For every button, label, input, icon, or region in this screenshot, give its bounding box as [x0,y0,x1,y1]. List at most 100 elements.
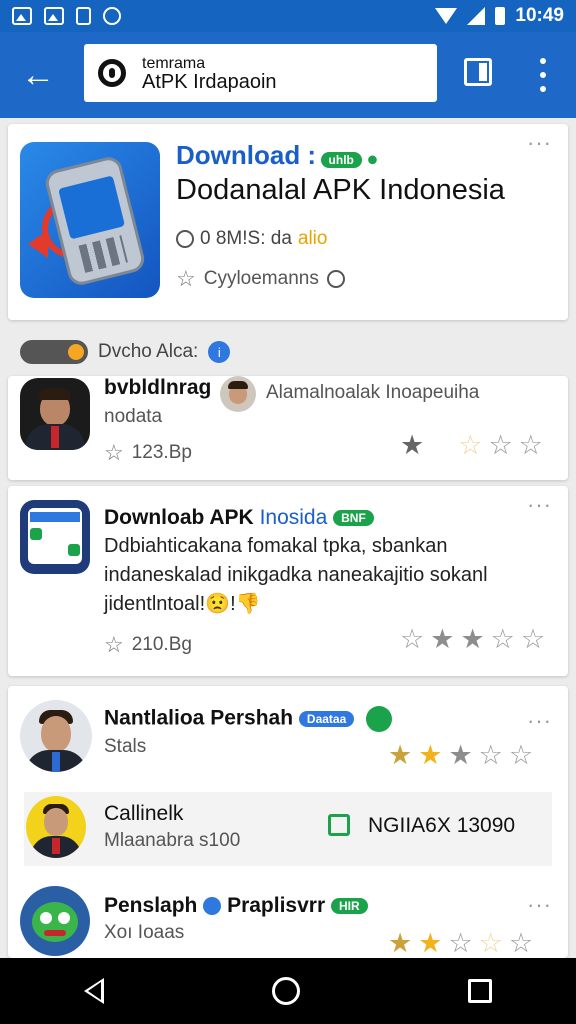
document-notification-icon [76,7,91,25]
star-icon: ☆ [400,624,425,654]
verified-icon [203,897,222,916]
back-button[interactable]: ← [6,43,70,107]
item-badge: Daataa [298,711,355,727]
rating-label: Cyyloemanns [203,268,319,289]
image-notification-icon [12,7,32,25]
star-icon: ☆ [458,430,483,460]
avatar [20,700,92,772]
android-icon: ● [366,148,379,171]
filter-label: Dvcho Alca: [98,341,199,362]
list-item[interactable]: bvbldlnrag Alamalnoalak Inoapeuiha nodat… [8,376,568,480]
history-icon [326,270,345,288]
rating-row: ☆ Cyyloemanns [176,266,345,292]
star-icon: ★ [418,928,443,958]
meta-text: 0 8M!S: da [200,228,292,249]
nav-home-button[interactable] [272,977,300,1005]
star-icon: ★ [460,624,485,654]
overflow-menu-icon[interactable]: ··· [527,710,552,732]
list-item[interactable]: ··· Downloab APK Inosida BNF Ddbiahticak… [8,486,568,676]
star-icon: ☆ [518,430,543,460]
tabs-button[interactable] [464,58,492,86]
item-extra: Alamalnoalak Inoapeuiha [266,382,480,403]
wifi-icon [435,8,458,24]
address-line-2: AtPK Irdapaoin [142,71,277,93]
star-icon: ★ [448,740,473,770]
address-bar[interactable]: temrama AtPK Irdapaoin [84,44,437,102]
verified-icon [366,706,393,732]
navigation-bar [0,958,576,1024]
nav-recents-button[interactable] [468,979,492,1003]
overflow-menu-icon[interactable]: ··· [527,132,552,154]
avatar [220,376,256,412]
gallery-notification-icon [44,7,64,25]
filter-toggle[interactable] [20,340,88,364]
avatar [20,378,90,450]
item-title-row: Penslaph Praplisvrr HIR [104,894,368,918]
download-link[interactable]: Download : [176,140,316,170]
star-rating[interactable]: ★ ★ ★ ☆ ☆ [388,742,533,769]
star-icon: ☆ [176,266,196,291]
status-bar: 10:49 [0,0,576,32]
more-options-button[interactable] [538,58,548,92]
back-arrow-icon: ← [21,55,55,94]
star-rating[interactable]: ☆ ★ ★ ☆ ☆ [400,626,545,653]
version-badge: uhlb [320,151,362,168]
app-thumbnail [20,500,90,574]
clock-text: 10:49 [515,5,564,26]
app-bar: ← temrama AtPK Irdapaoin [0,32,576,118]
sync-notification-icon [103,7,121,25]
overflow-menu-icon[interactable]: ··· [527,494,552,516]
star-icon: ☆ [478,740,503,770]
star-icon: ☆ [520,624,546,654]
item-size: ☆ 123.Bp [104,440,192,466]
sub-list-item[interactable]: Callinelk Mlaanabra s100 NGIIA6X 13090 [24,792,552,866]
star-icon: ☆ [104,632,124,657]
message-icon[interactable] [328,814,350,836]
item-title-row: Nantlalioa Pershah Daataa [104,706,393,732]
battery-icon [495,7,506,25]
item-badge: HIR [330,898,368,915]
star-rating[interactable]: ★ ★ ☆ ☆ ☆ [388,930,533,957]
app-meta: 0 8M!S: da alio [176,228,327,250]
item-description: Ddbiahticakana fomakal tpka, sbankan ind… [104,535,488,615]
hero-title-row: Download : uhlb ● [176,140,378,171]
nav-back-button[interactable] [84,978,104,1004]
item-title-row: Downloab APK Inosida BNF [104,506,374,530]
star-icon: ☆ [104,440,124,465]
star-icon: ☆ [478,928,503,958]
counter-text: NGIIA6X 13090 [368,814,516,837]
star-icon: ☆ [448,928,473,958]
size-text: 210.Bg [131,634,192,655]
item-title: Nantlalioa Pershah [104,706,294,730]
meta-alt-text: alio [297,228,328,249]
item-subtitle: Xoı Ioaas [104,922,185,943]
star-rating[interactable]: ★ ☆ ☆ ☆ [400,432,543,459]
item-subtitle: Stals [104,736,147,757]
item-title: Callinelk [104,802,184,825]
star-icon: ★ [400,430,425,460]
filter-row: Dvcho Alca: i [20,340,231,364]
item-title-highlight: Inosida [259,506,328,529]
size-text: 123.Bp [131,442,192,463]
item-title: Penslaph [104,894,198,917]
star-icon: ☆ [490,624,515,654]
item-title: bvbldlnrag [104,376,212,399]
star-icon: ★ [388,928,413,958]
star-icon: ☆ [488,430,513,460]
time-icon [176,230,194,248]
app-name: Dodanalal APK Indonesia [176,174,505,206]
app-icon [20,142,160,298]
signal-icon [467,7,486,25]
site-icon [98,59,126,87]
item-subtitle: nodata [104,406,163,427]
item-subtitle: Mlaanabra s100 [104,830,241,851]
star-icon: ★ [430,624,455,654]
item-title: Downloab APK [104,506,254,529]
avatar [20,886,90,956]
item-size: ☆ 210.Bg [104,632,192,658]
avatar [26,796,86,858]
item-badge: BNF [333,510,374,527]
overflow-menu-icon[interactable]: ··· [527,894,552,916]
info-icon[interactable]: i [208,341,231,363]
star-icon: ☆ [508,740,534,770]
